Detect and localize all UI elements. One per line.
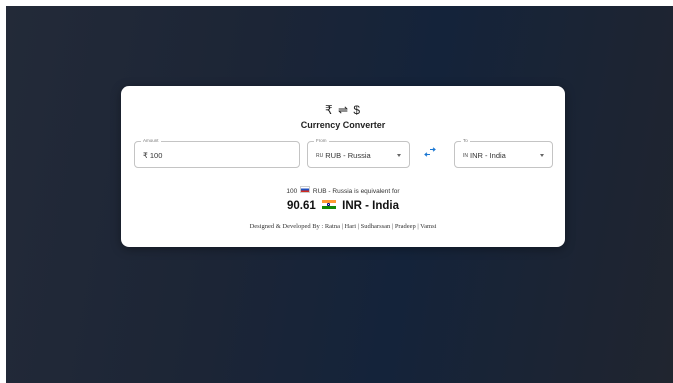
to-country-code: IN <box>463 153 468 159</box>
result-source-amount: 100 <box>286 188 298 195</box>
chevron-down-icon[interactable] <box>540 154 544 157</box>
from-country-code: RU <box>316 153 324 159</box>
result-source-text: RUB - Russia is equivalent for <box>312 188 400 195</box>
to-label: To <box>461 138 470 144</box>
chevron-down-icon[interactable] <box>397 154 401 157</box>
from-label: From <box>314 138 329 144</box>
to-currency-select[interactable]: To IN INR - India <box>454 138 553 168</box>
converted-result: 90.61 INR - India <box>121 200 565 212</box>
footer-credits: Designed & Developed By : Ratna | Hari |… <box>249 223 437 230</box>
page-title: Currency Converter <box>300 120 386 130</box>
india-flag-icon <box>321 200 336 209</box>
converted-currency: INR - India <box>342 200 400 212</box>
converted-value: 90.61 <box>286 200 316 212</box>
result-description: 100 RUB - Russia is equivalent for <box>121 186 565 195</box>
converter-card: ₹ ⇌ $ Currency Converter Amount ₹ 100 Fr… <box>121 86 565 247</box>
amount-field[interactable]: Amount ₹ 100 <box>134 138 300 168</box>
amount-input[interactable]: 100 <box>150 151 163 160</box>
from-currency-value: RUB - Russia <box>325 151 371 160</box>
swap-arrows-icon[interactable] <box>423 147 437 157</box>
currency-symbols: ₹ ⇌ $ <box>324 103 362 117</box>
to-currency-value: INR - India <box>470 151 506 160</box>
from-currency-select[interactable]: From RU RUB - Russia <box>307 138 410 168</box>
rupee-prefix: ₹ <box>143 151 148 160</box>
russia-flag-icon <box>300 186 311 193</box>
amount-label: Amount <box>141 138 161 144</box>
